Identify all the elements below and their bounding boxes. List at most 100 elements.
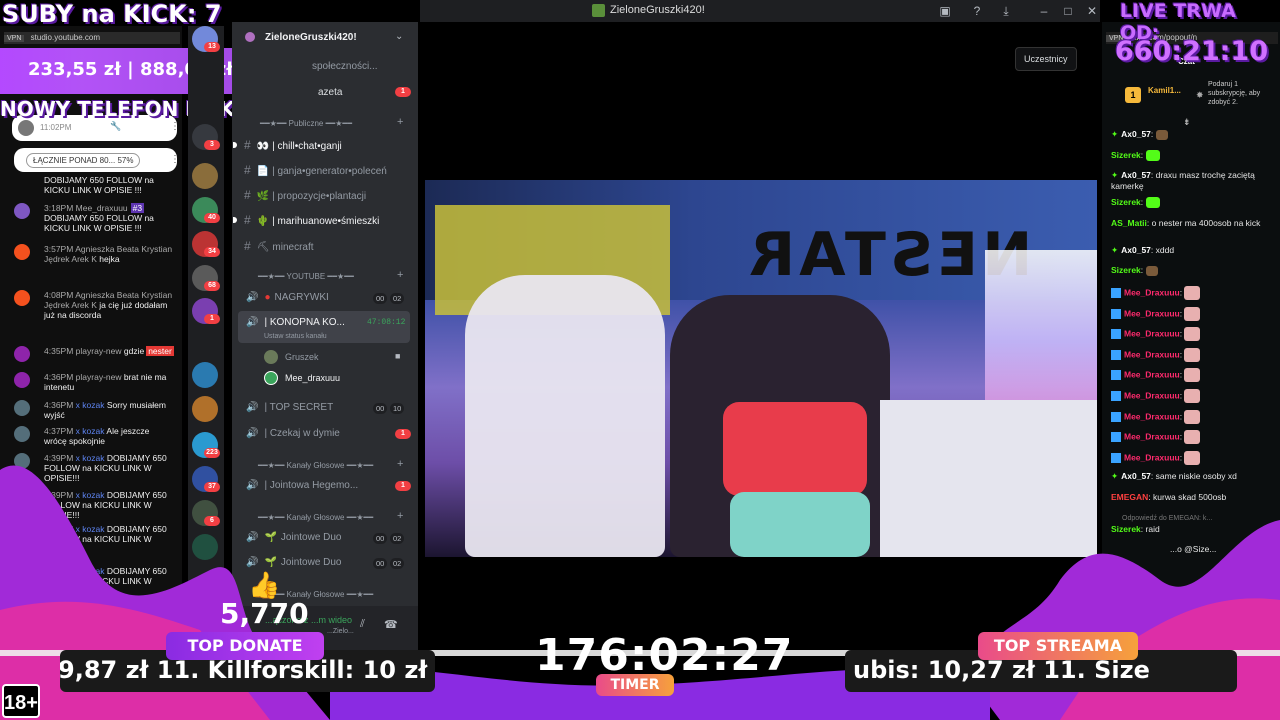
chevron-down-icon[interactable]: ⌄ (395, 31, 403, 42)
channel-label: | KONOPNA KO... (264, 317, 345, 328)
text-channel[interactable]: # 🌵 | marihuanowe•śmieszki (244, 213, 379, 227)
chat-message: 4:35PM playray-new gdzie nester (44, 346, 174, 356)
member-badge: #3 (130, 203, 145, 213)
server-icon[interactable] (192, 163, 218, 189)
author-name[interactable]: Mee_Draxuuu (1124, 390, 1180, 400)
category-youtube[interactable]: ━━★━━ YOUTUBE ━━★━━ (258, 272, 354, 281)
mention-chip: nester (146, 346, 174, 356)
top-donate-label: TOP DONATE (166, 632, 324, 660)
emote-icon (1145, 149, 1160, 161)
channel-emoji-icon: 👀 (256, 141, 270, 152)
user-count: 00 (373, 403, 388, 414)
server-mention-badge: 40 (204, 213, 220, 223)
download-icon[interactable]: ⤓ (998, 3, 1014, 19)
message-time: 4:08PM (44, 290, 74, 300)
yt-address-bar[interactable]: VPN studio.youtube.com (4, 32, 180, 44)
add-channel-icon[interactable]: + (397, 116, 403, 128)
chat-message: 4:08PM Agnieszka Beata Krystian Jędrek A… (44, 290, 174, 320)
subscriber-badge-icon (1111, 370, 1121, 381)
author-name[interactable]: Sizerek (1111, 197, 1141, 207)
server-icon[interactable] (192, 362, 218, 388)
lacznie-pill: ŁĄCZNIE PONAD 80... 57% (26, 153, 141, 168)
author-name[interactable]: Mee_Draxuuu (1124, 308, 1180, 318)
chat-message: Mee_Draxuuu: (1111, 327, 1276, 342)
author-name[interactable]: Mee_Draxuuu (1124, 287, 1180, 297)
live-time: 660:21:10 (1115, 36, 1269, 67)
hash-icon: # (244, 213, 251, 227)
text-channel[interactable]: # 🌿 | propozycje•plantacji (244, 188, 366, 202)
emote-icon (1184, 347, 1201, 362)
author-name[interactable]: x kozak (76, 426, 105, 436)
voice-user[interactable]: Mee_draxuuu (285, 373, 340, 383)
voice-channel-top-secret[interactable]: 🔊 | TOP SECRET (246, 402, 333, 413)
author-name[interactable]: AS_Matii (1111, 218, 1147, 228)
author-name[interactable]: Ax0_57 (1121, 245, 1151, 255)
emote-icon (1184, 306, 1201, 321)
server-mention-badge: 3 (204, 140, 220, 150)
channel-partial[interactable]: azeta (318, 87, 342, 98)
author-name[interactable]: Ax0_57 (1121, 129, 1151, 139)
help-icon[interactable]: ? (969, 3, 985, 19)
channel-label: | chill•chat•ganji (272, 141, 342, 152)
voice-user[interactable]: Gruszek (285, 352, 319, 362)
message-text: DOBIJAMY 650 FOLLOW na KICKU LINK W OPIS… (44, 175, 154, 195)
close-icon[interactable]: ✕ (1084, 3, 1100, 19)
subscriber-badge-icon (1111, 349, 1121, 360)
gift-sub-prompt[interactable]: Podaruj 1 subskrypcję, aby zdobyć 2. (1208, 80, 1268, 107)
server-icon (245, 32, 255, 42)
emote-icon (1145, 266, 1158, 277)
hash-icon: # (244, 138, 251, 152)
unread-badge: 1 (395, 87, 411, 97)
pin-icon[interactable]: ⇟ (1183, 117, 1191, 128)
chat-message: Sizerek: (1111, 265, 1276, 277)
screen-share-icon[interactable]: ▣ (937, 3, 953, 19)
gift-icon: ✸ (1196, 90, 1204, 100)
chat-message: Mee_Draxuuu: (1111, 347, 1276, 362)
chat-message: Mee_Draxuuu: (1111, 368, 1276, 383)
category-label: YOUTUBE (286, 272, 326, 281)
voice-channel-nagrywki[interactable]: 🔊 ● NAGRYWKI (246, 292, 329, 303)
author-name[interactable]: Sizerek (1111, 265, 1141, 275)
author-name[interactable]: Mee_Draxuuu (1124, 370, 1180, 380)
server-name[interactable]: ZieloneGruszki420! (265, 32, 357, 43)
channel-emoji-icon: 📄 (256, 166, 270, 177)
maximize-icon[interactable]: □ (1060, 3, 1076, 19)
author-name[interactable]: Mee_Draxuuu (1124, 411, 1180, 421)
author-name[interactable]: Mee_Draxuuu (1124, 328, 1180, 338)
text-channel[interactable]: # 📄 | ganja•generator•poleceń (244, 163, 387, 177)
chat-message: 3:18PM Mee_draxuuu #3 DOBIJAMY 650 FOLLOW… (44, 203, 174, 233)
record-icon: ● (264, 292, 271, 303)
camera-icon: ■ (395, 351, 401, 361)
text-channel[interactable]: # ⛏ minecraft (244, 239, 314, 253)
voice-timer: 47:08:12 (367, 318, 406, 327)
unread-badge: 1 (395, 429, 411, 439)
voice-channel-czekaj[interactable]: 🔊 | Czekaj w dymie (246, 428, 340, 439)
chat-message: Mee_Draxuuu: (1111, 286, 1276, 300)
author-name[interactable]: playray-new (76, 346, 122, 356)
author-name[interactable]: playray-new (76, 372, 122, 382)
message-text: gdzie (123, 346, 145, 356)
author-name[interactable]: Mee_Draxuuu (1124, 349, 1180, 359)
set-status-link[interactable]: Ustaw status kanału (264, 333, 327, 340)
channel-partial[interactable]: społeczności... (312, 61, 378, 72)
user-limit: 10 (390, 403, 405, 414)
add-channel-icon[interactable]: + (397, 269, 403, 281)
yt-url: studio.youtube.com (30, 33, 101, 42)
channel-label: | ganja•generator•poleceń (272, 166, 387, 177)
minimize-icon[interactable]: – (1036, 3, 1052, 19)
author-name[interactable]: x kozak (76, 400, 105, 410)
voice-channel-konopna[interactable]: 🔊 | KONOPNA KO... (246, 317, 345, 328)
author-name[interactable]: Sizerek (1111, 150, 1141, 160)
server-icon[interactable] (192, 396, 218, 422)
top-gifter-name[interactable]: Kamil1... (1148, 86, 1181, 95)
author-name[interactable]: Mee_draxuuu (76, 203, 128, 213)
user-limit: 02 (390, 293, 405, 304)
category-public[interactable]: ━━★━━ Publiczne ━━★━━ (260, 119, 352, 128)
top-donate-text: 9,87 zł 11. Killforskill: 10 zł (60, 656, 428, 684)
vpn-badge: VPN (4, 35, 25, 42)
subscriber-badge-icon (1111, 391, 1121, 401)
text-channel[interactable]: # 👀 | chill•chat•ganji (244, 138, 342, 152)
subs-banner: SUBY na KICK: 7 (2, 0, 222, 28)
author-name[interactable]: Ax0_57 (1121, 170, 1151, 180)
avatar (14, 244, 30, 260)
